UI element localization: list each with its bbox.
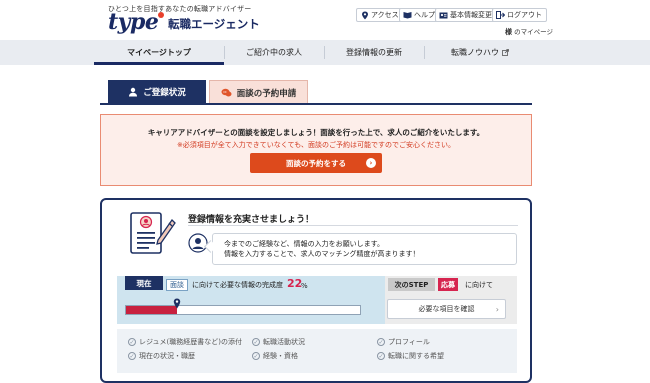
book-interview-button[interactable]: 面談の予約をする › [250,153,382,173]
logo-dot-icon [158,12,164,18]
card-title: 登録情報を充実させましょう！ [188,215,315,225]
help-label: ヘルプ [414,11,435,19]
checklist-item[interactable]: ✓ プロフィール [377,337,430,347]
checklist-item-label: 転職活動状況 [263,338,305,346]
chevron-right-icon: › [495,305,499,314]
nav-introduced-jobs[interactable]: ご紹介中の求人 [224,40,324,65]
book-icon [403,11,412,20]
check-circle-icon: ✓ [252,338,260,346]
tab-interview-request-label: 面談の予約申請 [236,88,297,99]
nav-update-info[interactable]: 登録情報の更新 [324,40,424,65]
interview-notice [100,114,532,186]
logo[interactable]: type [108,10,159,34]
document-pen-icon [128,211,176,259]
person-icon [128,87,138,97]
tab-registration-status-label: ご登録状況 [143,88,186,98]
chat-bubble-icon [221,88,232,98]
notice-message: キャリアアドバイザーとの面談を設定しましょう！面談を行った上で、求人のご紹介をい… [147,128,485,137]
help-button[interactable]: ヘルプ [399,8,440,22]
check-circle-icon: ✓ [252,352,260,360]
checklist-item[interactable]: ✓ 経験・資格 [252,351,298,361]
check-circle-icon: ✓ [128,338,136,346]
progress-percent-sign: % [301,282,308,290]
nav-job-knowhow-label: 転職ノウハウ [451,48,499,57]
checklist-item-label: 経験・資格 [263,352,298,360]
checklist-item-label: レジュメ(職務経歴書など)の添付 [139,338,242,346]
arrow-right-icon: › [366,158,376,168]
tab-interview-request[interactable]: 面談の予約申請 [209,80,308,104]
stage-tag-interview: 面談 [166,279,188,291]
check-required-items-button[interactable]: 必要な項目を確認 › [387,299,506,319]
logout-button[interactable]: ログアウト [492,8,547,22]
tab-underline [100,103,532,105]
next-step-description: に向けて [465,281,493,289]
book-interview-label: 面談の予約をする [286,158,346,168]
progress-bar-fill [126,306,177,314]
card-title-divider [188,225,518,226]
progress-description: に向けて必要な情報の完成度 [192,281,283,289]
edit-profile-button[interactable]: 基本情報変更 [435,8,497,22]
check-circle-icon: ✓ [377,352,385,360]
tab-registration-status[interactable]: ご登録状況 [108,80,206,104]
logo-subtitle: 転職エージェント [168,17,260,31]
checklist-item-label: プロフィール [388,338,430,346]
access-button[interactable]: アクセス [356,8,404,22]
advice-bubble: 今までのご経験など、情報の入力をお願いします。 情報を入力することで、求人のマッ… [212,233,517,265]
checklist-item[interactable]: ✓ 現在の状況・職歴 [128,351,195,361]
advice-line-2: 情報を入力することで、求人のマッチング精度が高まります！ [224,250,420,258]
nav-divider [424,46,425,59]
stage-tag-apply: 応募 [438,278,458,291]
external-link-icon [502,49,509,56]
notice-note: ※必須項目が全て入力できていなくても、面談のご予約は可能ですのでご安心ください。 [176,141,456,149]
logout-icon [496,11,505,20]
nav-job-knowhow[interactable]: 転職ノウハウ [430,40,530,65]
checklist-item-label: 現在の状況・職歴 [139,352,195,360]
checklist-item[interactable]: ✓ 転職活動状況 [252,337,305,347]
next-step-label: 次のSTEP [388,278,435,291]
logout-label: ログアウト [507,11,542,19]
id-card-icon [439,11,448,20]
checklist-item-label: 転職に関する希望 [388,352,444,360]
current-step-label: 現在 [125,276,163,290]
progress-marker-icon [173,294,181,313]
map-pin-icon [360,11,369,20]
checklist-item[interactable]: ✓ レジュメ(職務経歴書など)の添付 [128,337,242,347]
advice-line-1: 今までのご経験など、情報の入力をお願いします。 [224,240,384,248]
check-required-items-label: 必要な項目を確認 [418,305,475,313]
user-name: 様 [505,28,512,36]
user-page-label: のマイページ [514,28,553,36]
check-circle-icon: ✓ [128,352,136,360]
edit-profile-label: 基本情報変更 [450,11,492,19]
user-greeting: 様 のマイページ [505,26,553,37]
check-circle-icon: ✓ [377,338,385,346]
checklist-item[interactable]: ✓ 転職に関する希望 [377,351,444,361]
nav-active-indicator [94,62,224,65]
access-label: アクセス [371,11,399,19]
